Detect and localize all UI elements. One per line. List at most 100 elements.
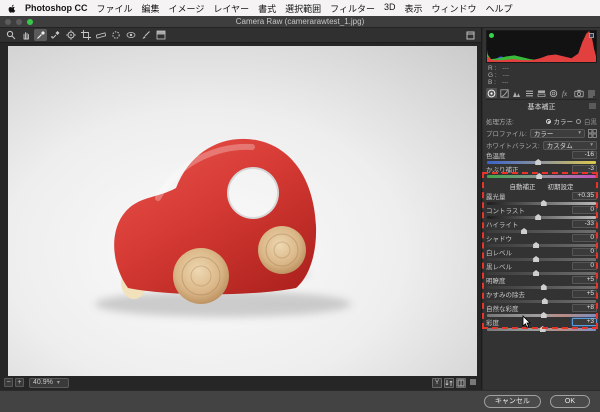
presets-tab-icon[interactable] — [586, 88, 597, 98]
auto-correct-link[interactable]: 自動補正 — [510, 181, 536, 191]
split-toning-tab-icon[interactable] — [536, 88, 547, 98]
panel-menu-icon[interactable] — [589, 103, 596, 111]
menu-item-6[interactable]: フィルター — [330, 2, 375, 15]
treatment-bw-label[interactable]: 白黒 — [584, 116, 597, 126]
profile-browser-icon[interactable] — [588, 129, 597, 138]
slider-value-input[interactable]: 0 — [572, 262, 597, 270]
slider-track[interactable] — [487, 328, 596, 331]
menu-item-0[interactable]: ファイル — [97, 2, 133, 15]
hand-tool-icon[interactable] — [19, 29, 32, 41]
slider-thumb[interactable] — [540, 326, 546, 332]
preview-preferences-icon[interactable] — [468, 378, 478, 388]
slider-thumb[interactable] — [541, 312, 547, 318]
svg-text:fx: fx — [562, 90, 568, 98]
menu-app-name[interactable]: Photoshop CC — [25, 3, 88, 13]
menu-item-7[interactable]: 3D — [384, 2, 396, 15]
menu-item-3[interactable]: レイヤー — [213, 2, 249, 15]
spot-removal-tool-icon[interactable] — [109, 29, 122, 41]
red-eye-tool-icon[interactable] — [124, 29, 137, 41]
slider-value-input[interactable]: +0.35 — [572, 192, 597, 200]
profile-select[interactable]: カラー ▾ — [530, 129, 585, 138]
white-balance-select[interactable]: カスタム ▾ — [543, 141, 597, 150]
slider-value-input[interactable]: -16 — [572, 151, 597, 159]
slider-label: 明瞭度 — [486, 275, 506, 285]
ok-button[interactable]: OK — [550, 395, 590, 408]
slider-track[interactable] — [487, 314, 596, 317]
shadow-clipping-indicator-icon[interactable] — [489, 33, 494, 38]
slider-thumb[interactable] — [541, 284, 547, 290]
effects-tab-icon[interactable]: fx — [561, 88, 572, 98]
targeted-adjustment-tool-icon[interactable] — [64, 29, 77, 41]
toggle-fullscreen-icon[interactable] — [464, 29, 477, 41]
zoom-tool-icon[interactable] — [4, 29, 17, 41]
adjustment-brush-tool-icon[interactable] — [139, 29, 152, 41]
treatment-color-label[interactable]: カラー — [554, 116, 574, 126]
tone-curve-tab-icon[interactable] — [498, 88, 509, 98]
slider-thumb[interactable] — [535, 159, 541, 165]
slider-value-input[interactable]: +5 — [572, 276, 597, 284]
hsl-tab-icon[interactable] — [523, 88, 534, 98]
slider-row: コントラスト0 — [486, 206, 597, 219]
before-after-toggle-button[interactable]: Y — [432, 378, 442, 388]
slider-thumb[interactable] — [535, 214, 541, 220]
highlight-clipping-indicator-icon[interactable] — [589, 33, 594, 38]
slider-thumb[interactable] — [533, 242, 539, 248]
menu-item-2[interactable]: イメージ — [169, 2, 205, 15]
straighten-tool-icon[interactable] — [94, 29, 107, 41]
slider-track[interactable] — [487, 272, 596, 275]
slider-track[interactable] — [487, 286, 596, 289]
menu-item-9[interactable]: ウィンドウ — [431, 2, 476, 15]
camera-calibration-tab-icon[interactable] — [573, 88, 584, 98]
slider-thumb[interactable] — [533, 270, 539, 276]
slider-value-input[interactable]: 0 — [572, 206, 597, 214]
treatment-color-radio[interactable] — [546, 119, 551, 124]
slider-value-input[interactable]: 0 — [572, 234, 597, 242]
slider-label: 自然な彩度 — [486, 303, 519, 313]
swap-before-after-icon[interactable] — [444, 378, 454, 388]
slider-track[interactable] — [487, 244, 596, 247]
slider-thumb[interactable] — [533, 256, 539, 262]
menu-item-10[interactable]: ヘルプ — [486, 2, 513, 15]
white-balance-tool-icon[interactable] — [34, 29, 47, 41]
slider-value-input[interactable]: 0 — [572, 248, 597, 256]
channel-value: --- — [502, 65, 509, 72]
crop-tool-icon[interactable] — [79, 29, 92, 41]
slider-track[interactable] — [487, 175, 596, 178]
menu-item-5[interactable]: 選択範囲 — [285, 2, 321, 15]
menu-item-4[interactable]: 書式 — [258, 2, 276, 15]
zoom-out-button[interactable]: − — [4, 378, 13, 387]
slider-track[interactable] — [487, 161, 596, 164]
tone-sliders: 露光量+0.35コントラスト0ハイライト-33シャドウ0白レベル0黒レベル0明瞭… — [486, 192, 597, 331]
copy-settings-icon[interactable] — [456, 378, 466, 388]
apple-menu-icon[interactable] — [8, 4, 16, 13]
default-settings-link[interactable]: 初期設定 — [548, 181, 574, 191]
slider-thumb[interactable] — [521, 228, 527, 234]
slider-value-input[interactable]: +8 — [572, 304, 597, 312]
lens-corrections-tab-icon[interactable] — [548, 88, 559, 98]
chevron-down-icon: ▾ — [590, 142, 593, 148]
slider-thumb[interactable] — [536, 173, 542, 179]
zoom-level-select[interactable]: 40.9% ▾ — [29, 378, 69, 388]
macos-menu-bar: Photoshop CC ファイル編集イメージレイヤー書式選択範囲フィルター 3D… — [0, 0, 600, 16]
slider-value-input[interactable]: +5 — [572, 290, 597, 298]
menu-item-8[interactable]: 表示 — [404, 2, 422, 15]
slider-track[interactable] — [487, 258, 596, 261]
treatment-bw-radio[interactable] — [576, 119, 581, 124]
cancel-button[interactable]: キャンセル — [484, 395, 541, 408]
slider-value-input[interactable]: -3 — [572, 165, 597, 173]
slider-thumb[interactable] — [542, 298, 548, 304]
menu-item-1[interactable]: 編集 — [142, 2, 160, 15]
slider-value-input[interactable]: +3 — [572, 318, 597, 326]
graduated-filter-tool-icon[interactable] — [154, 29, 167, 41]
zoom-in-button[interactable]: + — [15, 378, 24, 387]
basic-tab-icon[interactable] — [486, 88, 497, 98]
slider-track[interactable] — [487, 230, 596, 233]
slider-track[interactable] — [487, 216, 596, 219]
slider-track[interactable] — [487, 300, 596, 303]
slider-track[interactable] — [487, 202, 596, 205]
color-sampler-tool-icon[interactable] — [49, 29, 62, 41]
slider-value-input[interactable]: -33 — [572, 220, 597, 228]
detail-tab-icon[interactable] — [511, 88, 522, 98]
slider-thumb[interactable] — [541, 200, 547, 206]
image-preview[interactable] — [8, 46, 477, 376]
